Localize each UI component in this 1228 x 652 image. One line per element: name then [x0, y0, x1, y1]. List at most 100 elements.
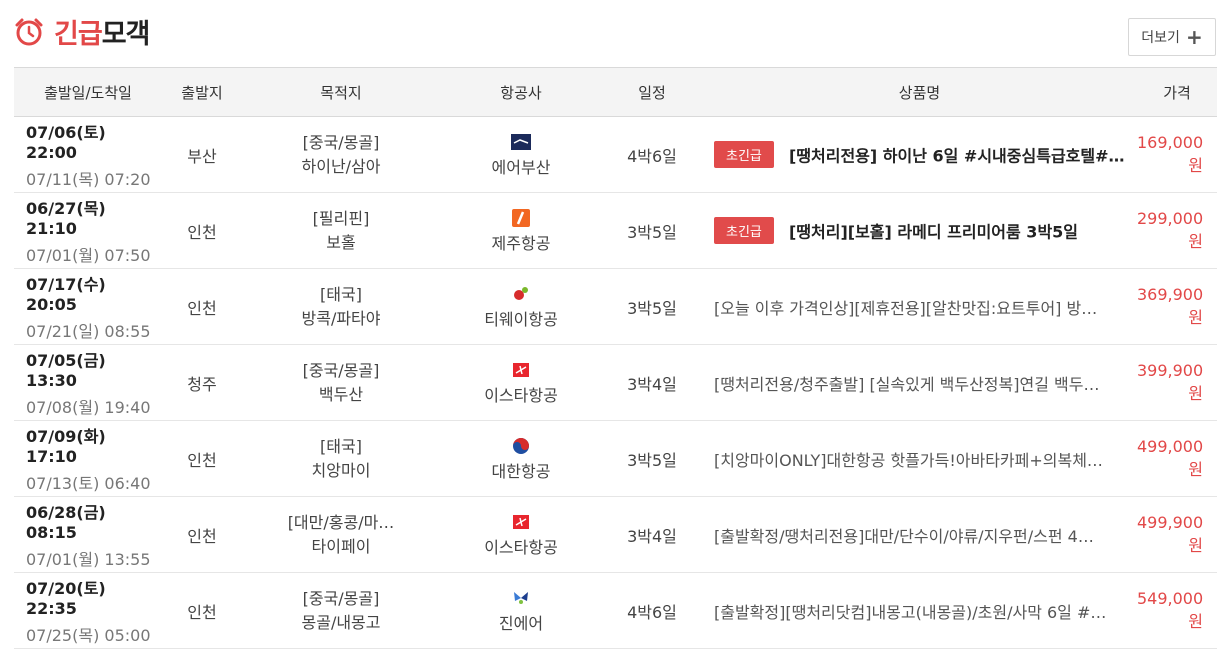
destination-city: 몽골/내몽고	[301, 612, 381, 632]
column-header: 일정	[602, 67, 702, 117]
destination-city: 백두산	[318, 384, 364, 404]
destination-cell: [태국] 방콕/파타야	[242, 269, 440, 345]
product-link[interactable]: [출발확정][땡처리닷컴]내몽고(내몽골)/초원/사막 6일 #…	[714, 603, 1106, 622]
schedule-cell: 3박5일	[627, 222, 677, 242]
eastar-jet-logo-icon	[511, 360, 531, 380]
column-header: 목적지	[242, 67, 440, 117]
airline-name: 제주항공	[491, 233, 551, 253]
product-link[interactable]: [땡처리전용/청주출발] [실속있게 백두산정복]연길 백두…	[714, 375, 1099, 394]
depart-datetime: 07/06(토) 22:00	[26, 123, 106, 162]
section-header: 긴급 모객 더보기 +	[0, 0, 1228, 66]
table-row[interactable]: 07/06(토) 22:00 07/11(목) 07:20 부산 [중국/몽골]…	[14, 117, 1217, 193]
column-header: 상품명	[702, 67, 1137, 117]
destination-region: [태국]	[320, 284, 362, 304]
product-cell[interactable]: [오늘 이후 가격인상][제휴전용][알찬맛집:요트투어] 방…	[702, 269, 1137, 345]
product-link[interactable]: [출발확정/땡처리전용]대만/단수이/야류/지우펀/스펀 4…	[714, 527, 1094, 546]
airline-name: 진에어	[498, 613, 544, 633]
tway-logo-icon	[511, 284, 531, 304]
arrive-datetime: 07/25(목) 05:00	[26, 626, 151, 645]
arrive-datetime: 07/11(목) 07:20	[26, 170, 151, 189]
airline-name: 에어부산	[491, 157, 551, 177]
price-cell: 299,000원	[1137, 209, 1204, 251]
airline-name: 이스타항공	[484, 537, 558, 557]
table-row[interactable]: 07/05(금) 13:30 07/08(월) 19:40 청주 [중국/몽골]…	[14, 345, 1217, 421]
destination-cell: [필리핀] 보홀	[242, 193, 440, 269]
urgent-deals-table: 출발일/도착일 출발지 목적지 항공사 일정 상품명 가격 07/06(토) 2…	[14, 67, 1217, 649]
origin-cell: 인천	[187, 298, 217, 318]
airline-cell: 이스타항공	[440, 497, 602, 573]
price-cell: 169,000원	[1137, 133, 1204, 175]
depart-datetime: 07/05(금) 13:30	[26, 351, 106, 390]
destination-region: [태국]	[320, 436, 362, 456]
product-cell[interactable]: [치앙마이ONLY]대한항공 핫플가득!아바타카페+의복체…	[702, 421, 1137, 497]
price-cell: 499,000원	[1137, 437, 1204, 479]
korean-air-logo-icon	[511, 436, 531, 456]
destination-region: [중국/몽골]	[302, 588, 380, 608]
table-row[interactable]: 06/28(금) 08:15 07/01(월) 13:55 인천 [대만/홍콩/…	[14, 497, 1217, 573]
column-header: 항공사	[440, 67, 602, 117]
schedule-cell: 3박5일	[627, 450, 677, 470]
price-cell: 369,900원	[1137, 285, 1204, 327]
date-cell: 07/09(화) 17:10 07/13(토) 06:40	[14, 421, 162, 497]
column-header: 가격	[1137, 67, 1217, 117]
arrive-datetime: 07/13(토) 06:40	[26, 474, 151, 493]
date-cell: 07/17(수) 20:05 07/21(일) 08:55	[14, 269, 162, 345]
column-header: 출발일/도착일	[14, 67, 162, 117]
airline-cell: 진에어	[440, 573, 602, 649]
airline-name: 티웨이항공	[484, 309, 558, 329]
section-title: 긴급 모객	[14, 12, 150, 51]
product-cell[interactable]: [출발확정/땡처리전용]대만/단수이/야류/지우펀/스펀 4…	[702, 497, 1137, 573]
arrive-datetime: 07/01(월) 07:50	[26, 246, 151, 265]
destination-city: 보홀	[326, 232, 356, 252]
origin-cell: 인천	[187, 222, 217, 242]
depart-datetime: 06/28(금) 08:15	[26, 503, 106, 542]
more-button[interactable]: 더보기 +	[1128, 18, 1216, 56]
product-cell[interactable]: 초긴급 [땡처리전용] 하이난 6일 #시내중심특급호텔#…	[702, 117, 1137, 193]
date-cell: 06/27(목) 21:10 07/01(월) 07:50	[14, 193, 162, 269]
air-busan-logo-icon	[511, 132, 531, 152]
schedule-cell: 3박4일	[627, 526, 677, 546]
title-urgent: 긴급	[54, 19, 103, 50]
eastar-jet-logo-icon	[511, 512, 531, 532]
product-link[interactable]: [땡처리][보홀] 라메디 프리미어룸 3박5일	[789, 223, 1078, 242]
product-cell[interactable]: 초긴급 [땡처리][보홀] 라메디 프리미어룸 3박5일	[702, 193, 1137, 269]
arrive-datetime: 07/01(월) 13:55	[26, 550, 151, 569]
origin-cell: 인천	[187, 450, 217, 470]
date-cell: 06/28(금) 08:15 07/01(월) 13:55	[14, 497, 162, 573]
schedule-cell: 3박5일	[627, 298, 677, 318]
date-cell: 07/20(토) 22:35 07/25(목) 05:00	[14, 573, 162, 649]
airline-cell: 제주항공	[440, 193, 602, 269]
price-cell: 499,900원	[1137, 513, 1204, 555]
destination-cell: [대만/홍콩/마… 타이페이	[242, 497, 440, 573]
product-link[interactable]: [땡처리전용] 하이난 6일 #시내중심특급호텔#…	[789, 147, 1125, 166]
table-row[interactable]: 07/20(토) 22:35 07/25(목) 05:00 인천 [중국/몽골]…	[14, 573, 1217, 649]
urgent-badge: 초긴급	[714, 141, 774, 168]
destination-city: 하이난/삼아	[301, 156, 381, 176]
destination-city: 타이페이	[311, 536, 371, 556]
table-row[interactable]: 06/27(목) 21:10 07/01(월) 07:50 인천 [필리핀] 보…	[14, 193, 1217, 269]
origin-cell: 인천	[187, 602, 217, 622]
arrive-datetime: 07/08(월) 19:40	[26, 398, 151, 417]
destination-city: 방콕/파타야	[301, 308, 381, 328]
airline-cell: 티웨이항공	[440, 269, 602, 345]
table-row[interactable]: 07/17(수) 20:05 07/21(일) 08:55 인천 [태국] 방콕…	[14, 269, 1217, 345]
destination-cell: [중국/몽골] 백두산	[242, 345, 440, 421]
table-header-row: 출발일/도착일 출발지 목적지 항공사 일정 상품명 가격	[14, 67, 1217, 117]
product-link[interactable]: [오늘 이후 가격인상][제휴전용][알찬맛집:요트투어] 방…	[714, 299, 1097, 318]
jeju-air-logo-icon	[511, 208, 531, 228]
table-row[interactable]: 07/09(화) 17:10 07/13(토) 06:40 인천 [태국] 치앙…	[14, 421, 1217, 497]
alarm-clock-icon	[15, 18, 43, 45]
urgent-badge: 초긴급	[714, 217, 774, 244]
depart-datetime: 07/20(토) 22:35	[26, 579, 106, 618]
product-link[interactable]: [치앙마이ONLY]대한항공 핫플가득!아바타카페+의복체…	[714, 451, 1103, 470]
destination-cell: [중국/몽골] 몽골/내몽고	[242, 573, 440, 649]
plus-icon: +	[1185, 25, 1203, 49]
depart-datetime: 07/09(화) 17:10	[26, 427, 106, 466]
destination-cell: [태국] 치앙마이	[242, 421, 440, 497]
price-cell: 399,900원	[1137, 361, 1204, 403]
product-cell[interactable]: [출발확정][땡처리닷컴]내몽고(내몽골)/초원/사막 6일 #…	[702, 573, 1137, 649]
destination-city: 치앙마이	[311, 460, 371, 480]
product-cell[interactable]: [땡처리전용/청주출발] [실속있게 백두산정복]연길 백두…	[702, 345, 1137, 421]
destination-cell: [중국/몽골] 하이난/삼아	[242, 117, 440, 193]
schedule-cell: 4박6일	[627, 602, 677, 622]
